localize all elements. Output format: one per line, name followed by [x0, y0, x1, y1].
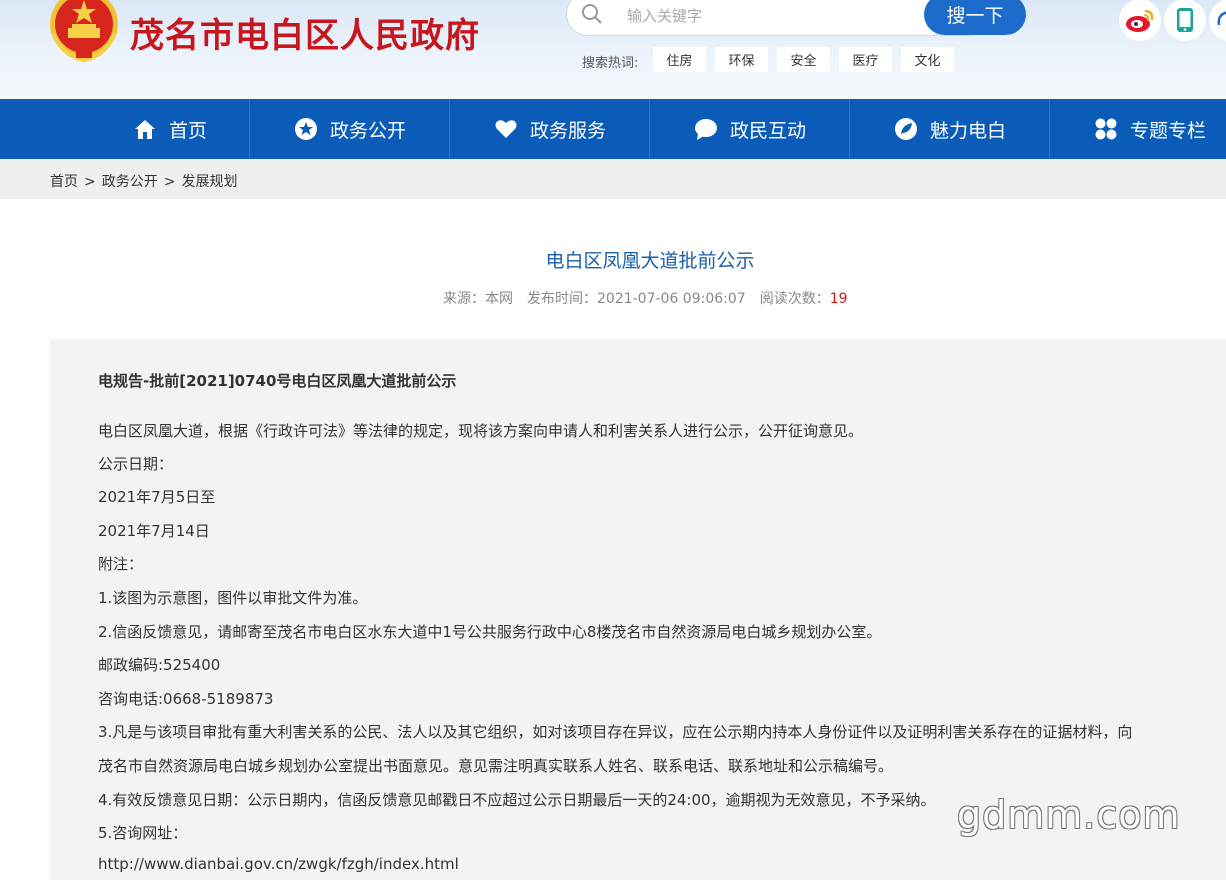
article-meta: 来源：本网 发布时间：2021-07-06 09:06:07 阅读次数：19	[443, 288, 848, 308]
leaf-icon	[894, 118, 917, 140]
search-icon	[582, 4, 602, 24]
paragraph: 1.该图为示意图，图件以审批文件为准。	[98, 589, 368, 607]
watermark: gdmm.com	[957, 793, 1181, 837]
home-icon	[134, 120, 155, 139]
publish-time-value: 2021-07-06 09:06:07	[597, 291, 746, 307]
breadcrumb-separator: >	[84, 174, 96, 190]
paragraph: 3.凡是与该项目审批有重大利害关系的公民、法人以及其它组织，如对该项目存在异议，…	[98, 723, 1133, 741]
wechat-icon[interactable]	[1209, 0, 1226, 41]
paragraph: 2021年7月5日至	[98, 488, 216, 506]
nav-item-special-topics[interactable]: 专题专栏	[1050, 99, 1226, 159]
breadcrumb-bar: 首页 > 政务公开 > 发展规划	[0, 159, 1226, 199]
breadcrumb-development-planning[interactable]: 发展规划	[181, 174, 237, 190]
source-label: 来源：	[443, 291, 485, 307]
heart-icon	[495, 120, 517, 138]
star-icon	[294, 118, 317, 140]
grid-icon	[1095, 118, 1117, 140]
nav-item-home[interactable]: 首页	[70, 99, 270, 159]
site-header: 茂名市电白区人民政府 搜一下 搜索热词: 住房 环保 安全 医疗 文化	[0, 0, 1226, 99]
search-input[interactable]	[625, 4, 929, 28]
hot-word-medical[interactable]: 医疗	[839, 47, 892, 72]
paragraph: 2.信函反馈意见，请邮寄至茂名市电白区水东大道中1号公共服务行政中心8楼茂名市自…	[98, 623, 882, 641]
nav-item-gov-affairs[interactable]: 政务公开	[250, 99, 450, 159]
weibo-icon[interactable]	[1119, 0, 1161, 41]
source-value: 本网	[485, 291, 513, 307]
search-button[interactable]: 搜一下	[924, 0, 1026, 35]
mobile-icon[interactable]	[1164, 0, 1206, 41]
chat-bubble-icon	[694, 119, 717, 140]
paragraph: 4.有效反馈意见日期：公示日期内，信函反馈意见邮戳日不应超过公示日期最后一天的2…	[98, 791, 936, 809]
paragraph: 2021年7月14日	[98, 522, 210, 540]
nav-label: 专题专栏	[1129, 119, 1206, 142]
document-number: 电规告-批前[2021]0740号电白区凤凰大道批前公示	[98, 372, 457, 390]
read-count-value: 19	[829, 291, 848, 307]
national-emblem-icon	[50, 0, 118, 63]
nav-item-gov-services[interactable]: 政务服务	[450, 99, 650, 159]
nav-item-interaction[interactable]: 政民互动	[650, 99, 850, 159]
nav-label: 政务公开	[329, 119, 406, 142]
hot-words-label: 搜索热词:	[582, 56, 639, 71]
paragraph: 电白区凤凰大道，根据《行政许可法》等法律的规定，现将该方案向申请人和利害关系人进…	[98, 422, 864, 440]
nav-label: 魅力电白	[929, 119, 1006, 142]
hot-word-environment[interactable]: 环保	[715, 47, 768, 72]
article-title: 电白区凤凰大道批前公示	[545, 250, 755, 272]
breadcrumb-gov-affairs[interactable]: 政务公开	[102, 174, 158, 190]
paragraph: 咨询电话:0668-5189873	[98, 690, 274, 708]
breadcrumb: 首页 > 政务公开 > 发展规划	[50, 171, 237, 191]
paragraph: 茂名市自然资源局电白城乡规划办公室提出书面意见。意见需注明真实联系人姓名、联系电…	[98, 757, 894, 775]
hot-word-culture[interactable]: 文化	[901, 47, 954, 72]
hot-word-safety[interactable]: 安全	[777, 47, 830, 72]
hot-word-housing[interactable]: 住房	[653, 47, 706, 72]
main-nav: 首页 政务公开 政务服务 政民互动 魅力电白 专题专栏	[0, 99, 1226, 159]
breadcrumb-home[interactable]: 首页	[50, 174, 78, 190]
paragraph: 公示日期：	[98, 455, 174, 473]
publish-time-label: 发布时间：	[527, 291, 597, 307]
nav-label: 政务服务	[529, 119, 606, 142]
nav-item-charm-dianbai[interactable]: 魅力电白	[850, 99, 1050, 159]
nav-label: 首页	[168, 119, 207, 142]
breadcrumb-separator: >	[163, 174, 176, 190]
read-count-label: 阅读次数：	[759, 291, 830, 307]
paragraph: 附注：	[98, 555, 144, 573]
nav-label: 政民互动	[729, 119, 806, 142]
hot-words-list: 住房 环保 安全 医疗 文化	[653, 47, 954, 72]
paragraph: 邮政编码:525400	[98, 656, 221, 674]
paragraph: 5.咨询网址：	[98, 824, 188, 842]
site-title[interactable]: 茂名市电白区人民政府	[130, 8, 480, 57]
consult-url-link[interactable]: http://www.dianbai.gov.cn/zwgk/fzgh/inde…	[98, 855, 459, 873]
